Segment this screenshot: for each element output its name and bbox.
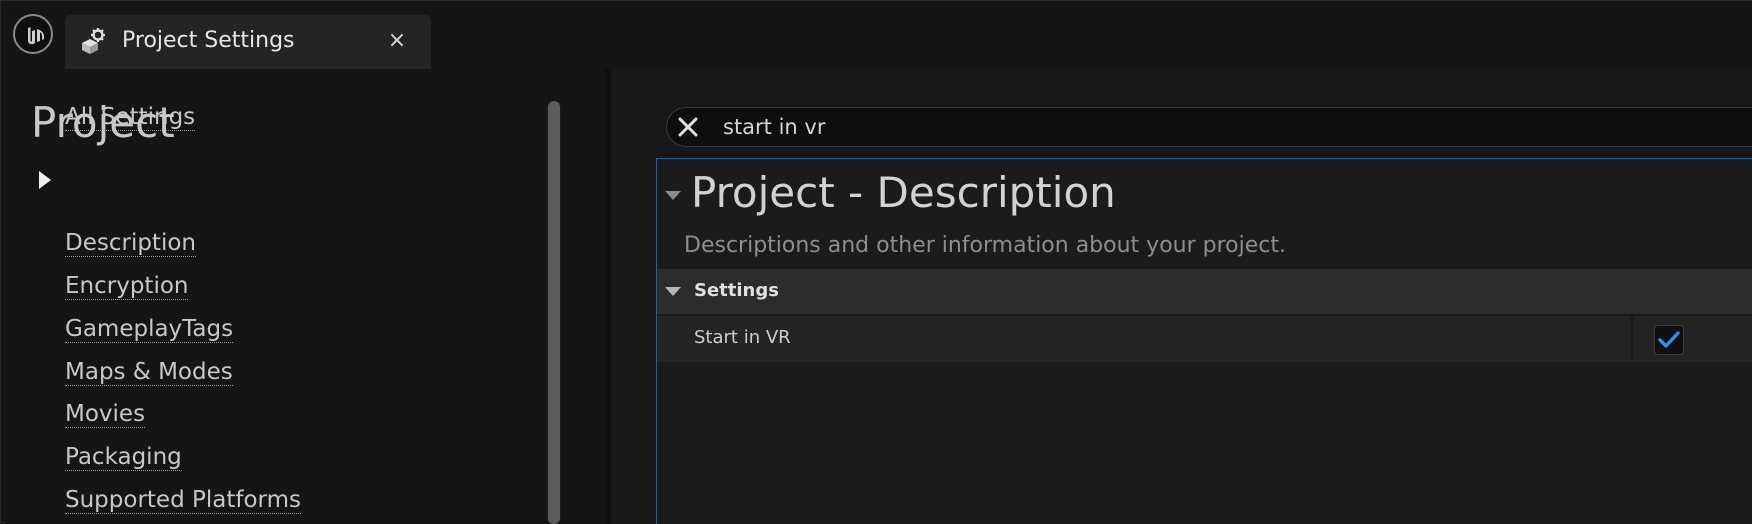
nav-item-packaging[interactable]: Packaging [65, 444, 182, 471]
project-settings-window: Project Settings × All Settings Project … [0, 0, 1752, 524]
clear-search-icon[interactable] [672, 111, 704, 143]
property-column-splitter[interactable] [1631, 316, 1633, 362]
settings-group-header[interactable] [657, 269, 1752, 315]
settings-group-label: Settings [694, 280, 779, 301]
panel-title: Project - Description [691, 168, 1116, 217]
nav-item-movies[interactable]: Movies [65, 401, 146, 428]
nav-item-maps-modes[interactable]: Maps & Modes [65, 359, 233, 386]
nav-scrollbar-thumb[interactable] [548, 101, 560, 524]
unreal-engine-logo-icon[interactable] [13, 14, 53, 54]
nav-item-description[interactable]: Description [65, 230, 196, 257]
search-input[interactable] [723, 108, 1723, 146]
title-bar: Project Settings × [1, 1, 1752, 69]
close-tab-button[interactable]: × [383, 27, 411, 55]
selected-arrow-icon [39, 171, 51, 189]
nav-item-encryption[interactable]: Encryption [65, 273, 189, 300]
tab-project-settings[interactable]: Project Settings × [65, 15, 431, 69]
nav-item-gameplaytags[interactable]: GameplayTags [65, 316, 234, 343]
group-expand-arrow-icon[interactable] [665, 287, 681, 296]
tab-title: Project Settings [122, 28, 295, 53]
nav-item-supported-platforms[interactable]: Supported Platforms [65, 487, 301, 514]
collapse-arrow-icon[interactable] [665, 191, 681, 200]
nav-section-project: Project [31, 98, 175, 147]
settings-gear-cube-icon [77, 27, 107, 57]
property-label-start-in-vr: Start in VR [694, 327, 791, 348]
panel-description: Descriptions and other information about… [684, 233, 1286, 258]
property-row-start-in-vr [657, 316, 1752, 362]
start-in-vr-checkbox[interactable] [1654, 325, 1684, 355]
